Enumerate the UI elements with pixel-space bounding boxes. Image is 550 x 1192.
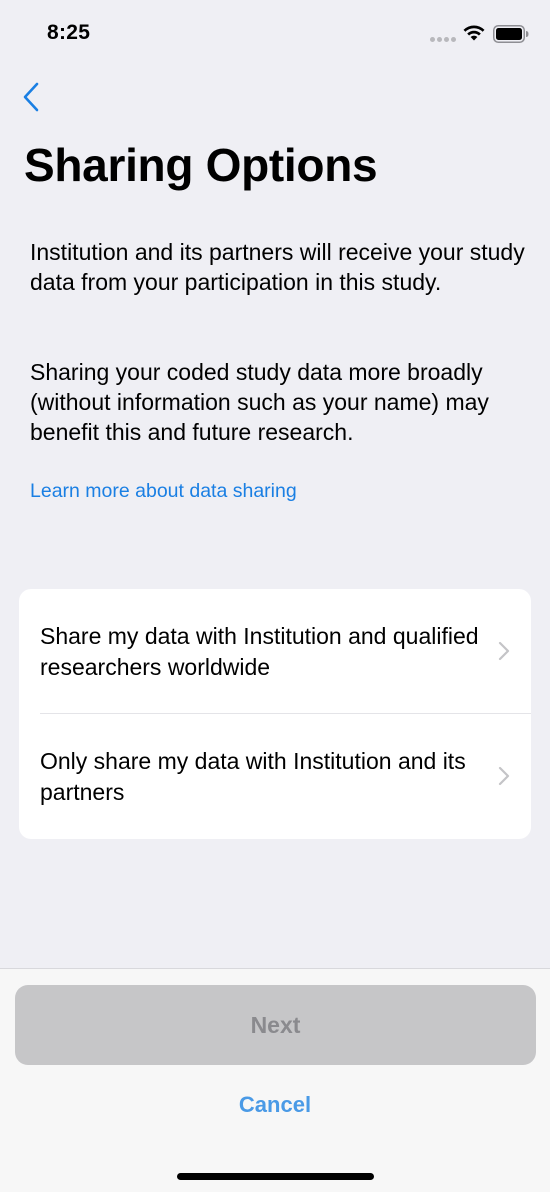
chevron-right-icon bbox=[498, 641, 510, 661]
option-label: Only share my data with Institution and … bbox=[40, 748, 466, 805]
back-button[interactable] bbox=[18, 80, 50, 114]
battery-icon bbox=[493, 25, 529, 43]
status-time: 8:25 bbox=[47, 21, 91, 44]
option-share-worldwide[interactable]: Share my data with Institution and quali… bbox=[19, 589, 531, 714]
sharing-paragraph: Sharing your coded study data more broad… bbox=[30, 359, 489, 445]
learn-more-link[interactable]: Learn more about data sharing bbox=[30, 477, 297, 505]
wifi-icon bbox=[463, 25, 485, 41]
next-button[interactable]: Next bbox=[15, 985, 536, 1065]
option-label: Share my data with Institution and quali… bbox=[40, 623, 479, 680]
chevron-left-icon bbox=[23, 82, 39, 112]
cancel-button[interactable]: Cancel bbox=[175, 1084, 375, 1126]
intro-paragraph: Institution and its partners will receiv… bbox=[30, 239, 525, 295]
page-title: Sharing Options bbox=[24, 139, 378, 191]
home-indicator bbox=[177, 1173, 374, 1180]
status-bar: 8:25 bbox=[0, 0, 550, 68]
footer: Next Cancel bbox=[0, 968, 550, 1192]
option-share-partners-only[interactable]: Only share my data with Institution and … bbox=[19, 714, 531, 839]
sharing-options-list: Share my data with Institution and quali… bbox=[19, 589, 531, 839]
signal-icon bbox=[430, 37, 456, 43]
chevron-right-icon bbox=[498, 766, 510, 786]
